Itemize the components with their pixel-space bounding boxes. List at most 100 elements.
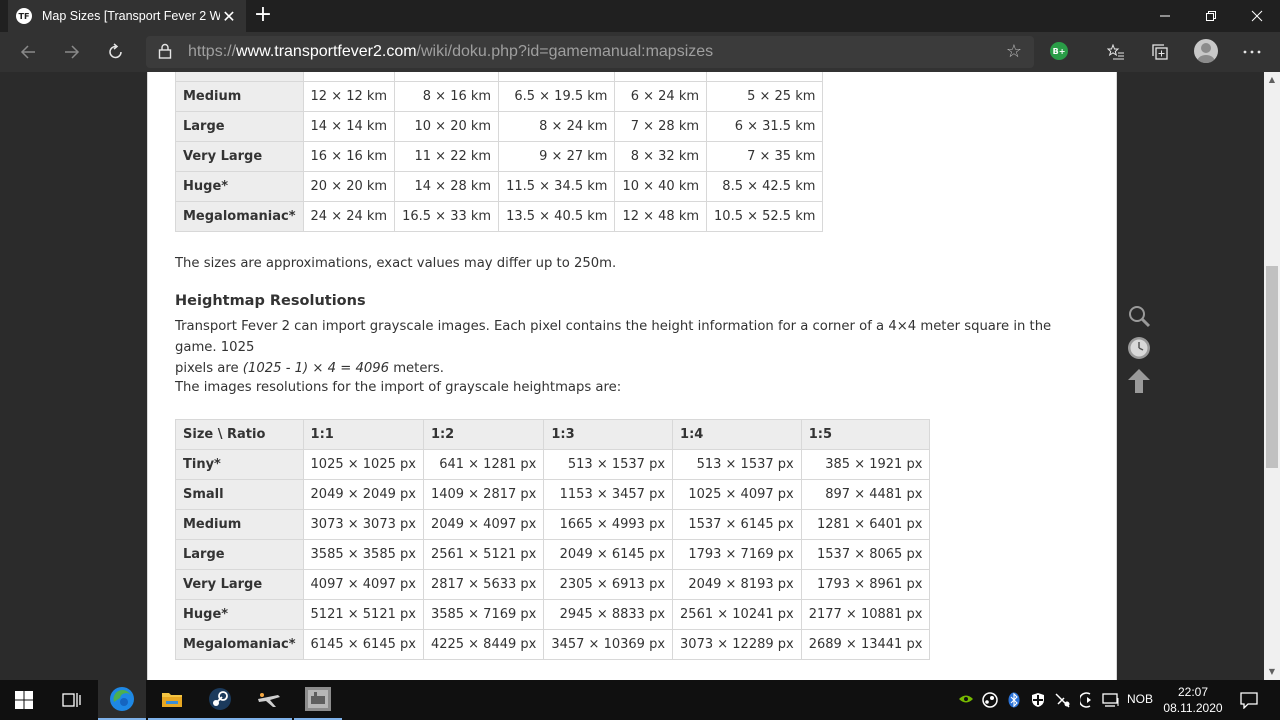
intro-line-1: Transport Fever 2 can import grayscale i… xyxy=(175,319,1052,355)
column-header: 1:5 xyxy=(800,419,931,450)
table-cell: 1793 × 8961 px xyxy=(800,569,931,600)
taskbar-edge[interactable] xyxy=(98,680,146,720)
heightmap-intro: Transport Fever 2 can import grayscale i… xyxy=(175,316,1090,379)
forward-button[interactable] xyxy=(58,38,86,66)
intro-line-2-pre: pixels are xyxy=(175,361,243,376)
scroll-thumb[interactable] xyxy=(1266,266,1278,468)
column-header: 1:3 xyxy=(543,419,674,450)
taskbar-app[interactable] xyxy=(244,680,292,720)
table-cell: 11 × 22 km xyxy=(394,141,500,172)
table-cell: 12 × 48 km xyxy=(614,201,708,232)
address-bar[interactable]: https://www.transportfever2.com/wiki/dok… xyxy=(146,36,1034,68)
back-to-top-button[interactable] xyxy=(1127,368,1151,393)
restore-window-button[interactable] xyxy=(1188,0,1234,32)
table-cell xyxy=(394,72,500,82)
table-cell: 20 × 20 km xyxy=(302,171,396,202)
steam-icon xyxy=(209,688,231,710)
arrow-right-icon xyxy=(65,45,80,59)
favorites-list-button[interactable] xyxy=(1104,40,1128,64)
close-window-button[interactable] xyxy=(1234,0,1280,32)
airplane-app-icon xyxy=(258,693,280,707)
url-path: /wiki/doku.php?id=gamemanual:mapsizes xyxy=(416,43,714,60)
recent-changes-button[interactable] xyxy=(1127,336,1151,360)
table-cell: 3585 × 3585 px xyxy=(302,539,424,570)
new-tab-button[interactable]: + xyxy=(252,2,274,30)
arrow-up-icon xyxy=(1128,369,1150,393)
steam-tray-icon[interactable] xyxy=(982,692,998,708)
volume-tray-icon[interactable] xyxy=(1078,692,1094,708)
extension-badge-icon[interactable]: B+ xyxy=(1050,42,1068,60)
url-text[interactable]: https://www.transportfever2.com/wiki/dok… xyxy=(188,43,713,61)
table-cell: 2305 × 6913 px xyxy=(543,569,674,600)
table-cell: 1537 × 6145 px xyxy=(672,509,802,540)
table-cell: 16.5 × 33 km xyxy=(394,201,500,232)
favorite-star-icon[interactable]: ☆ xyxy=(1006,41,1022,62)
nvidia-tray-icon[interactable] xyxy=(958,692,974,708)
browser-tab[interactable]: TF Map Sizes [Transport Fever 2 Wiki] ✕ xyxy=(8,0,246,32)
restore-icon xyxy=(1206,11,1216,21)
scroll-down-arrow-icon[interactable]: ▼ xyxy=(1264,664,1280,680)
profile-avatar[interactable] xyxy=(1194,39,1218,63)
table-cell: 513 × 1537 px xyxy=(672,449,802,480)
table-row: Very Large 16 × 16 km 11 × 22 km 9 × 27 km 8… xyxy=(175,141,824,172)
minimize-window-button[interactable] xyxy=(1142,0,1188,32)
table-cell: 2561 × 5121 px xyxy=(422,539,545,570)
site-favicon-icon: TF xyxy=(16,8,32,24)
table-row: Megalomaniac* 24 × 24 km 16.5 × 33 km 13.5 … xyxy=(175,201,824,232)
table-cell: 1153 × 3457 px xyxy=(543,479,674,510)
table-cell: 14 × 14 km xyxy=(302,111,396,142)
notifications-button[interactable] xyxy=(1240,691,1258,710)
taskbar-steam[interactable] xyxy=(196,680,244,720)
table-cell: 7 × 28 km xyxy=(614,111,708,142)
arrow-left-icon xyxy=(20,45,35,59)
security-shield-icon[interactable] xyxy=(1030,692,1046,708)
scroll-up-arrow-icon[interactable]: ▲ xyxy=(1264,72,1280,88)
table-cell: 7 × 35 km xyxy=(706,141,824,172)
table-cell: 1537 × 8065 px xyxy=(800,539,931,570)
refresh-icon xyxy=(109,43,122,59)
row-header: Tiny* xyxy=(175,449,304,480)
task-view-button[interactable] xyxy=(48,680,96,720)
table-cell: 8.5 × 42.5 km xyxy=(706,171,824,202)
windows-taskbar: NOB 22:07 08.11.2020 xyxy=(0,680,1280,720)
search-tool-button[interactable] xyxy=(1127,304,1151,328)
vertical-scrollbar[interactable]: ▲ ▼ xyxy=(1264,72,1280,680)
table-row: Tiny* 1025 × 1025 px 641 × 1281 px 513 × 15… xyxy=(175,449,931,480)
row-header: Small xyxy=(175,479,304,510)
page-viewport: Small Medium12 × 12 km8 × 16 km6.5 × 19.… xyxy=(0,72,1264,680)
task-view-icon xyxy=(62,693,81,707)
table-cell xyxy=(614,72,708,82)
more-menu-button[interactable] xyxy=(1240,40,1264,64)
taskbar-file-explorer[interactable] xyxy=(148,680,196,720)
favorites-list-icon xyxy=(1107,44,1124,60)
row-header: Medium xyxy=(175,81,304,112)
collections-button[interactable] xyxy=(1148,40,1172,64)
start-button[interactable] xyxy=(0,680,48,720)
display-tray-icon[interactable] xyxy=(1102,692,1120,708)
bluetooth-icon[interactable] xyxy=(1008,692,1020,708)
table-cell: 1793 × 7169 px xyxy=(672,539,802,570)
back-button[interactable] xyxy=(14,38,42,66)
intro-formula: (1025 - 1) × 4 = 4096 xyxy=(242,361,389,376)
input-language[interactable]: NOB xyxy=(1127,692,1153,708)
table-cell: 4225 × 8449 px xyxy=(422,629,545,660)
taskbar-transport-fever[interactable] xyxy=(294,680,342,720)
table-row: Medium 12 × 12 km 8 × 16 km 6.5 × 19.5 km 6 … xyxy=(175,81,824,112)
wiki-page: Small Medium12 × 12 km8 × 16 km6.5 × 19.… xyxy=(147,72,1117,680)
table-row: Medium 3073 × 3073 px 2049 × 4097 px 1665 ×… xyxy=(175,509,931,540)
table-cell: 8 × 32 km xyxy=(614,141,708,172)
refresh-button[interactable] xyxy=(102,38,130,66)
close-tab-icon[interactable]: ✕ xyxy=(220,7,238,26)
table-header-row: Size \ Ratio 1:1 1:2 1:3 1:4 1:5 xyxy=(175,419,931,450)
table-cell: 10.5 × 52.5 km xyxy=(706,201,824,232)
url-prefix: https:// xyxy=(188,43,237,60)
table-cell: 3457 × 10369 px xyxy=(543,629,674,660)
table-cell: 385 × 1921 px xyxy=(800,449,931,480)
network-tray-icon[interactable] xyxy=(1054,692,1072,708)
table-cell: 2049 × 6145 px xyxy=(543,539,674,570)
taskbar-clock[interactable]: 22:07 08.11.2020 xyxy=(1160,684,1226,716)
table-cell: 2689 × 13441 px xyxy=(800,629,931,660)
navigation-bar: https://www.transportfever2.com/wiki/dok… xyxy=(0,32,1280,72)
table-row: Very Large 4097 × 4097 px 2817 × 5633 px 23… xyxy=(175,569,931,600)
table-row: Megalomaniac* 6145 × 6145 px 4225 × 8449 p… xyxy=(175,629,931,660)
